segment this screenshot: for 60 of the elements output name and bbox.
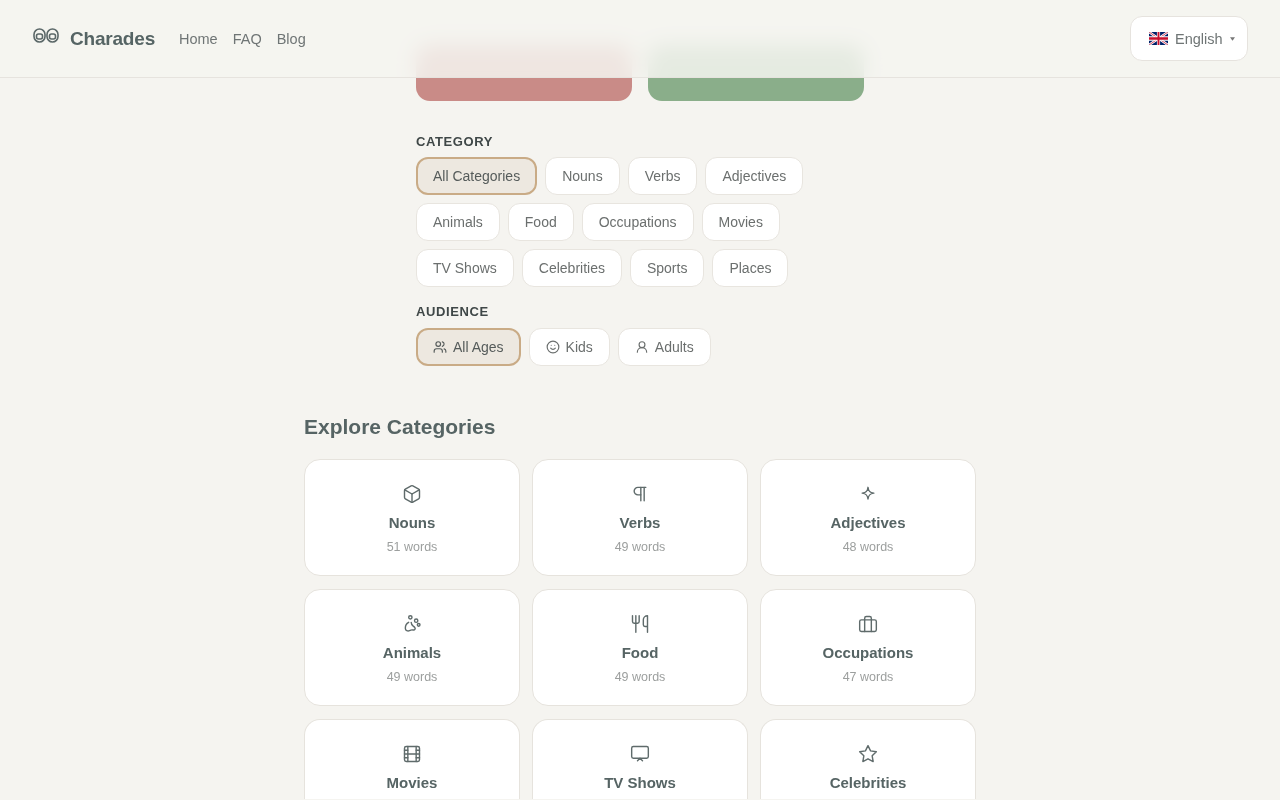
- category-chip[interactable]: Animals: [416, 203, 500, 241]
- category-chip[interactable]: Food: [507, 203, 574, 241]
- card-title: Verbs: [619, 513, 661, 533]
- word-count: 51 words: [386, 539, 438, 556]
- nav-link[interactable]: FAQ: [232, 30, 262, 47]
- faces-logo-icon[interactable]: [33, 27, 59, 44]
- category-chip[interactable]: Verbs: [627, 157, 698, 195]
- utensils-icon: [630, 614, 650, 634]
- card-title: Animals: [382, 643, 442, 663]
- category-card[interactable]: Nouns 51 words: [304, 459, 520, 576]
- audience-chip[interactable]: Adults: [617, 328, 711, 366]
- star-icon: [858, 744, 878, 764]
- language-selector[interactable]: English: [1130, 16, 1248, 61]
- user-icon: [634, 340, 649, 354]
- caret-icon: [1229, 36, 1235, 41]
- filter-heading: AUDIENCE: [416, 304, 490, 320]
- category-chip[interactable]: Sports: [629, 249, 705, 287]
- card-title: Occupations: [822, 643, 914, 663]
- category-chip[interactable]: Occupations: [581, 203, 694, 241]
- audience-chip[interactable]: All Ages: [416, 328, 521, 366]
- users-icon: [433, 340, 447, 354]
- brand-link[interactable]: Charades: [70, 27, 155, 50]
- category-card[interactable]: Celebrities: [760, 719, 976, 799]
- card-title: Adjectives: [830, 513, 906, 533]
- category-chip[interactable]: All Categories: [416, 157, 538, 195]
- briefcase-icon: [858, 614, 878, 634]
- cube-icon: [402, 484, 422, 504]
- nav-link[interactable]: Home: [179, 30, 218, 47]
- category-card[interactable]: Food 49 words: [532, 589, 748, 706]
- smiley-icon: [545, 340, 560, 354]
- paw-print-icon: [402, 614, 422, 634]
- section-title: Explore Categories: [304, 414, 497, 440]
- card-title: Movies: [386, 773, 438, 793]
- filter-heading: CATEGORY: [416, 134, 495, 150]
- audience-chip[interactable]: Kids: [528, 328, 610, 366]
- card-title: Celebrities: [829, 773, 907, 793]
- category-chip[interactable]: TV Shows: [416, 249, 514, 287]
- category-chip[interactable]: Places: [712, 249, 789, 287]
- word-count: 49 words: [386, 669, 438, 686]
- category-chip[interactable]: Movies: [701, 203, 780, 241]
- word-count: 49 words: [614, 539, 666, 556]
- category-card[interactable]: Occupations 47 words: [760, 589, 976, 706]
- card-title: Food: [621, 643, 659, 663]
- category-chip[interactable]: Nouns: [545, 157, 620, 195]
- monitor-icon: [630, 744, 650, 764]
- category-card[interactable]: TV Shows: [532, 719, 748, 799]
- category-card[interactable]: Movies: [304, 719, 520, 799]
- card-title: TV Shows: [604, 773, 676, 793]
- category-card[interactable]: Adjectives 48 words: [760, 459, 976, 576]
- word-count: 47 words: [842, 669, 894, 686]
- word-count: 49 words: [614, 669, 666, 686]
- category-card[interactable]: Verbs 49 words: [532, 459, 748, 576]
- nav-link[interactable]: Blog: [276, 30, 306, 47]
- word-count: 48 words: [842, 539, 894, 556]
- category-chip[interactable]: Celebrities: [521, 249, 622, 287]
- flag-icon: [1149, 32, 1168, 45]
- category-chip[interactable]: Adjectives: [705, 157, 804, 195]
- card-title: Nouns: [388, 513, 436, 533]
- category-card[interactable]: Animals 49 words: [304, 589, 520, 706]
- film-icon: [402, 744, 422, 764]
